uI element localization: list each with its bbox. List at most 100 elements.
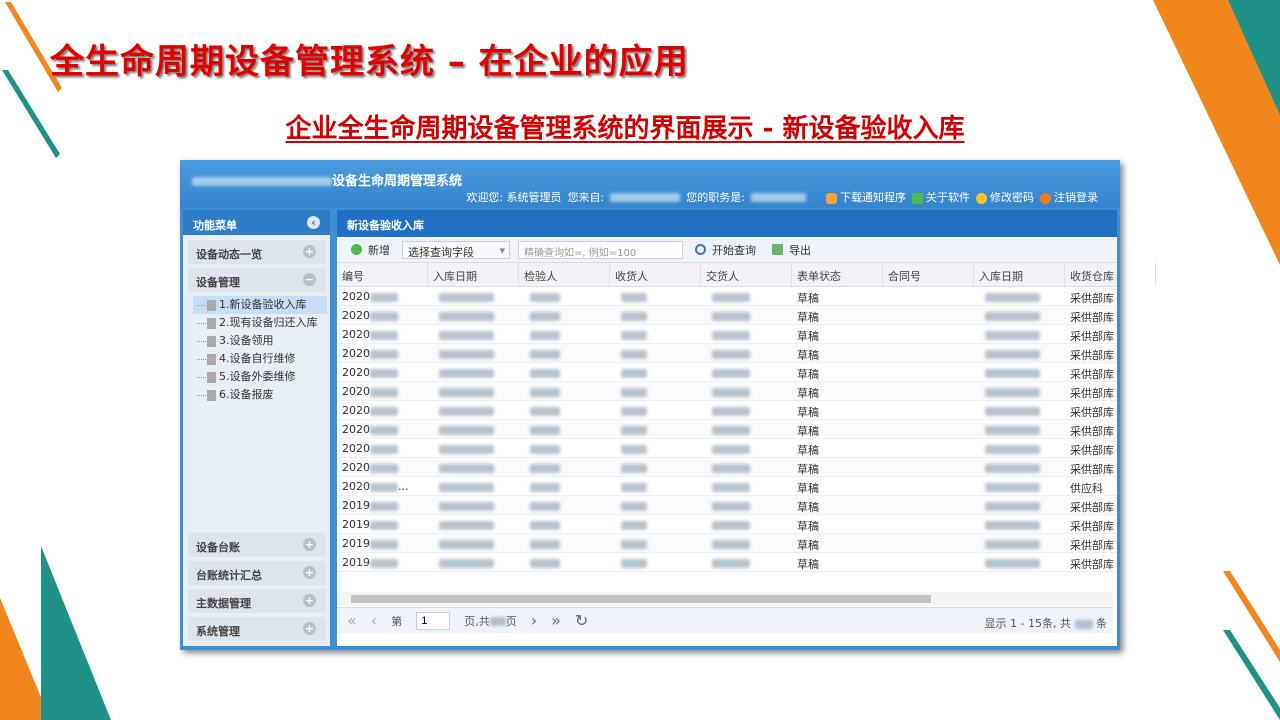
table-cell [610,325,701,343]
add-button[interactable]: 新增 [347,240,394,260]
table-cell [519,344,610,362]
table-cell [428,382,519,400]
next-page-button[interactable]: › [531,611,537,630]
refresh-icon[interactable]: ↻ [575,611,588,630]
table-row[interactable]: 2020 草稿 采供部库 [337,439,1117,458]
table-cell [701,401,792,419]
change-password-link[interactable]: 修改密码 [976,189,1034,205]
plus-icon [351,244,362,255]
about-link[interactable]: 关于软件 [912,189,970,205]
table-cell [974,534,1065,552]
table-cell [428,306,519,324]
export-button[interactable]: 导出 [768,240,815,260]
column-header[interactable]: 编号 [337,263,428,286]
table-cell: 采供部库 [1070,539,1114,552]
table-cell [519,534,610,552]
sidebar-item-statistics[interactable]: 台账统计汇总 + [188,561,326,585]
table-cell [428,420,519,438]
sidebar-item-system[interactable]: 系统管理 + [188,617,326,641]
info-icon [912,192,923,204]
sidebar-item-ledger[interactable]: 设备台账 + [188,533,326,557]
table-cell [701,363,792,381]
table-row[interactable]: 2020 草稿 采供部库 [337,306,1117,325]
sidebar-item-master-data[interactable]: 主数据管理 + [188,589,326,613]
table-cell: 草稿 [797,406,819,419]
tree-item[interactable]: 1.新设备验收入库 [193,296,327,314]
search-input[interactable]: 精确查询如=, 例如=100 [518,240,683,259]
table-row[interactable]: 2020 草稿 采供部库 [337,325,1117,344]
from-label: 您来自: [567,191,605,204]
sidebar-item-device-management[interactable]: 设备管理 − [188,268,326,292]
table-row[interactable]: 2019 草稿 采供部库 [337,553,1117,572]
table-row[interactable]: 2020 草稿 采供部库 [337,382,1117,401]
table-cell [428,287,519,305]
column-header[interactable]: 收货仓库 [1065,263,1156,286]
table-cell [883,363,974,381]
app-title: 设备生命周期管理系统 [192,170,462,189]
table-row[interactable]: 2020 草稿 采供部库 [337,420,1117,439]
table-row[interactable]: 2020 草稿 采供部库 [337,401,1117,420]
prev-page-button[interactable]: ‹ [371,611,377,630]
table-cell: 采供部库 [1070,463,1114,476]
table-cell [883,477,974,495]
column-header[interactable]: 检验人 [519,263,610,286]
orange-triangle-bottom-left [0,598,41,720]
table-cell [519,382,610,400]
column-header[interactable]: 收货人 [610,263,701,286]
sidebar-item-overview[interactable]: 设备动态一览 + [188,240,326,264]
table-row[interactable]: 2020 草稿 采供部库 [337,344,1117,363]
table-cell [701,306,792,324]
column-header[interactable]: 入库日期 [974,263,1065,286]
column-header[interactable]: 入库日期 [428,263,519,286]
tree-item[interactable]: 3.设备领用 [193,332,327,350]
logout-link[interactable]: 注销登录 [1040,189,1098,205]
column-header[interactable]: 合同号 [883,263,974,286]
page-input[interactable] [416,611,451,630]
table-row[interactable]: 2020 草稿 采供部库 [337,363,1117,382]
table-cell [519,477,610,495]
table-cell: 2020 [337,344,428,362]
table-row[interactable]: 2020... 草稿 供应科 [337,477,1117,496]
column-header[interactable]: 交货人 [701,263,792,286]
horizontal-scrollbar[interactable] [337,592,1113,606]
table-row[interactable]: 2020 草稿 采供部库 [337,287,1117,306]
tree-item[interactable]: 5.设备外委维修 [193,368,327,386]
last-page-button[interactable]: » [551,611,561,630]
table-cell: 2020 [337,439,428,457]
collapse-icon[interactable]: ‹ [307,216,320,229]
first-page-button[interactable]: « [347,611,357,630]
table-cell: 2019 [337,534,428,552]
table-cell: 草稿 [797,387,819,400]
table-cell: 供应科 [1070,482,1103,495]
table-cell: 2020... [342,480,409,493]
tree-item[interactable]: 2.现有设备归还入库 [193,314,327,332]
table-cell: 2020 [337,420,428,438]
table-cell [610,382,701,400]
search-icon [695,244,706,255]
search-button[interactable]: 开始查询 [691,240,760,260]
tree-item[interactable]: 4.设备自行维修 [193,350,327,368]
table-cell [701,496,792,514]
table-cell [428,553,519,571]
table-cell [428,439,519,457]
field-select[interactable]: 选择查询字段 [402,240,510,259]
column-header[interactable]: 表单状态 [792,263,883,286]
table-cell [519,306,610,324]
table-row[interactable]: 2019 草稿 采供部库 [337,515,1117,534]
table-row[interactable]: 2019 草稿 采供部库 [337,496,1117,515]
download-notifier-link[interactable]: 下载通知程序 [826,189,906,205]
table-cell: 草稿 [797,330,819,343]
table-cell: 采供部库 [1070,387,1114,400]
table-cell [883,287,974,305]
table-cell [974,458,1065,476]
table-cell [974,553,1065,571]
table-cell: 2019 [337,496,428,514]
tree-item[interactable]: 6.设备报废 [193,386,327,404]
table-row[interactable]: 2019 草稿 采供部库 [337,534,1117,553]
table-cell [974,515,1065,533]
table-cell [701,382,792,400]
table-cell [428,534,519,552]
table-cell: 2020 [337,458,428,476]
expand-icon: + [303,245,316,258]
table-row[interactable]: 2020 草稿 采供部库 [337,458,1117,477]
